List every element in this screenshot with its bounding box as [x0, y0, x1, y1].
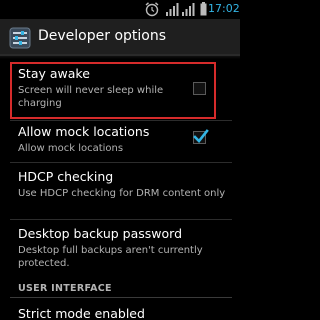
setting-desktop-backup-password[interactable]: Desktop backup password Desktop full bac…: [0, 220, 240, 276]
setting-summary: Desktop full backups aren't currently pr…: [18, 245, 203, 269]
check-icon: [193, 129, 209, 143]
settings-app-icon[interactable]: [8, 26, 32, 50]
setting-hdcp-checking[interactable]: HDCP checking Use HDCP checking for DRM …: [0, 163, 240, 218]
setting-summary: Use HDCP checking for DRM content only: [18, 188, 226, 199]
battery-icon: [200, 2, 207, 16]
highlight-box: [10, 62, 216, 119]
action-bar-shadow: [0, 56, 240, 59]
setting-title: Strict mode enabled: [18, 306, 145, 320]
signal-icon: [182, 3, 195, 16]
page-title: Developer options: [38, 28, 167, 44]
action-bar: Developer options: [0, 19, 240, 56]
setting-summary: Allow mock locations: [18, 143, 124, 154]
mock-locations-checkbox[interactable]: [193, 129, 209, 144]
section-header: USER INTERFACE: [18, 283, 112, 294]
setting-title: HDCP checking: [18, 169, 114, 184]
section-divider: [10, 297, 232, 298]
setting-title: Desktop backup password: [18, 226, 183, 241]
status-time: 17:02: [208, 2, 240, 15]
setting-title: Allow mock locations: [18, 124, 150, 139]
alarm-icon: [145, 2, 159, 17]
setting-allow-mock-locations[interactable]: Allow mock locations Allow mock location…: [0, 121, 240, 161]
status-bar: 17:02: [0, 0, 240, 19]
signal-icon: [166, 3, 179, 16]
setting-strict-mode[interactable]: Strict mode enabled: [0, 300, 240, 320]
